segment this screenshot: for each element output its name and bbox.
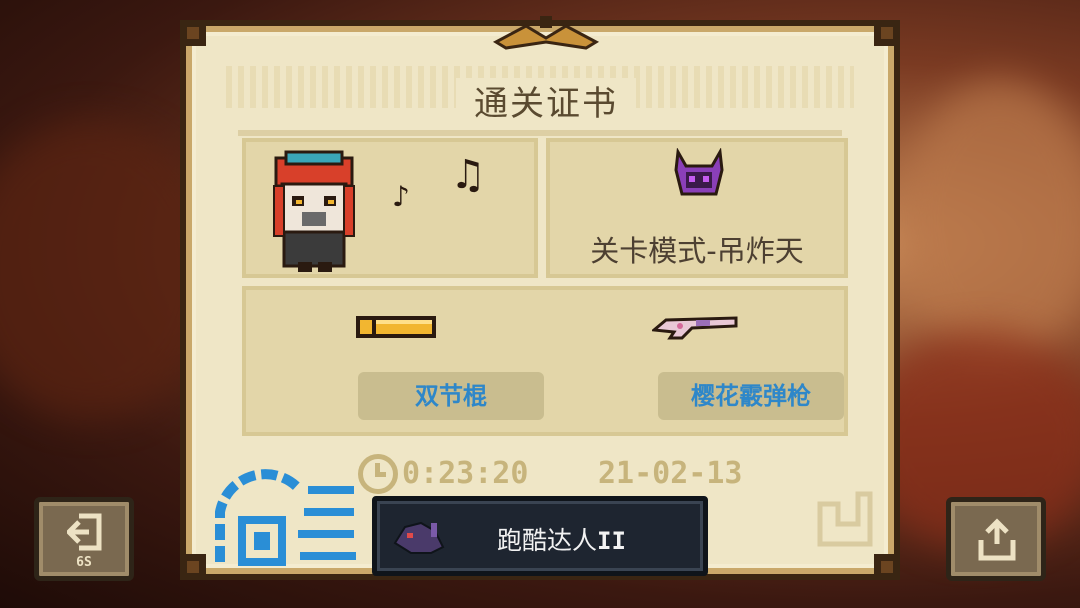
- weapon1-label: 双节棍: [358, 372, 544, 420]
- achievement-text-wrap: 跑酷达人II: [497, 521, 626, 557]
- exit-button[interactable]: 6S: [34, 497, 134, 581]
- clock-icon: [358, 454, 398, 494]
- exit-icon: [67, 513, 102, 551]
- shotgun-icon: [652, 316, 738, 340]
- mode-label: 关卡模式-吊炸天: [590, 234, 804, 268]
- certificate-title: 通关证书: [456, 78, 636, 130]
- stamp-seal-icon: [215, 469, 356, 566]
- share-button[interactable]: [946, 497, 1046, 581]
- mode-panel: 关卡模式-吊炸天: [546, 138, 848, 278]
- clear-time: 0:23:20: [402, 456, 529, 491]
- achievement-rank: II: [597, 527, 626, 555]
- exit-countdown: 6S: [76, 555, 92, 570]
- frame-corner: [874, 20, 900, 46]
- character-panel: ♪ ♫: [242, 138, 538, 278]
- music-note-icon: ♫: [450, 152, 486, 198]
- share-icon: [978, 518, 1016, 561]
- character-portrait-icon: [273, 150, 355, 272]
- demon-helmet-icon: [674, 148, 724, 196]
- background-blob: [900, 80, 1080, 360]
- frame-corner: [874, 554, 900, 580]
- title-divider: [238, 130, 842, 136]
- achievement-name: 跑酷达人: [497, 526, 598, 555]
- frame-corner: [180, 20, 206, 46]
- nunchaku-icon: [356, 316, 436, 338]
- achievement-toast: 跑酷达人II: [372, 496, 708, 576]
- corner-ornament: [817, 491, 873, 547]
- weapons-panel: 双节棍 樱花霰弹枪: [242, 286, 848, 436]
- weapon2-label: 樱花霰弹枪: [658, 372, 844, 420]
- top-crest-ornament: [492, 16, 600, 50]
- clear-date: 21-02-13: [598, 456, 743, 491]
- music-note-icon: ♪: [392, 180, 410, 213]
- achievement-creature-icon: [393, 521, 445, 554]
- frame-corner: [180, 554, 206, 580]
